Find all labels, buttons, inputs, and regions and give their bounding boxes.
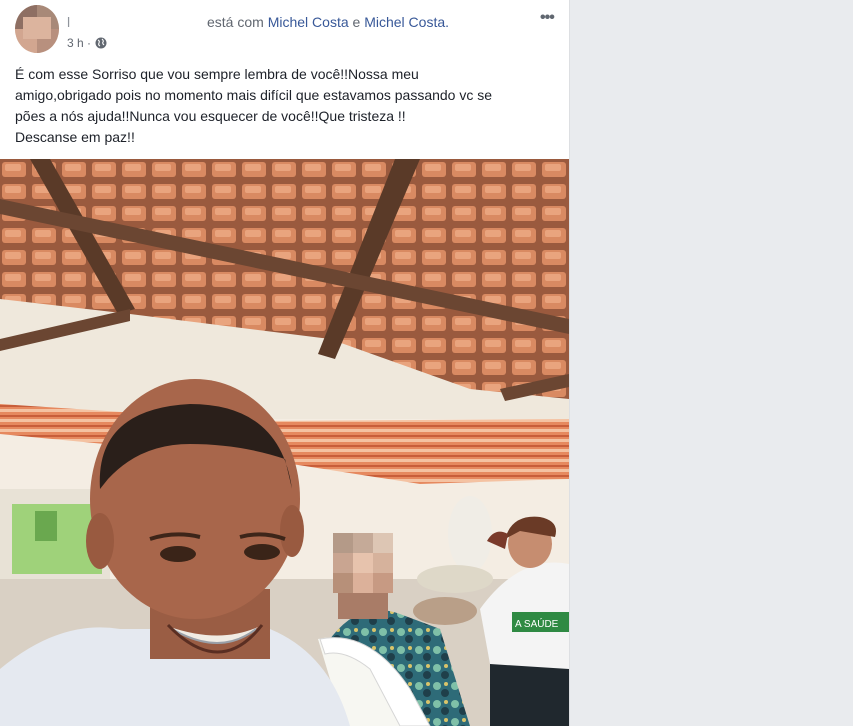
photo-image: A SAÚDE (0, 159, 569, 726)
author-name[interactable]: l (67, 14, 70, 30)
conjunction: e (352, 14, 361, 30)
post-photo[interactable]: A SAÚDE (0, 159, 569, 726)
post-text-line: amigo,obrigado pois no momento mais difí… (15, 87, 493, 103)
shirt-text: A SAÚDE (515, 617, 559, 630)
tagged-user-link-2[interactable]: Michel Costa. (364, 14, 449, 30)
globe-icon[interactable] (95, 37, 107, 49)
avatar[interactable] (15, 5, 59, 53)
with-prefix: está com (207, 14, 264, 30)
timestamp-link[interactable]: 3 h · (67, 36, 91, 50)
tagged-line: está com Michel Costa e Michel Costa. (207, 14, 449, 30)
post-text-line: Descanse em paz!! (15, 129, 135, 145)
post-text-line: pões a nós ajuda!!Nunca vou esquecer de … (15, 108, 406, 124)
tagged-user-link-1[interactable]: Michel Costa (268, 14, 349, 30)
more-options-icon[interactable]: ••• (540, 9, 562, 29)
post-meta: 3 h · (67, 36, 107, 50)
post-text-line: É com esse Sorriso que vou sempre lembra… (15, 66, 419, 82)
post-text: É com esse Sorriso que vou sempre lembra… (15, 64, 555, 148)
post-card: l está com Michel Costa e Michel Costa. … (0, 0, 570, 726)
